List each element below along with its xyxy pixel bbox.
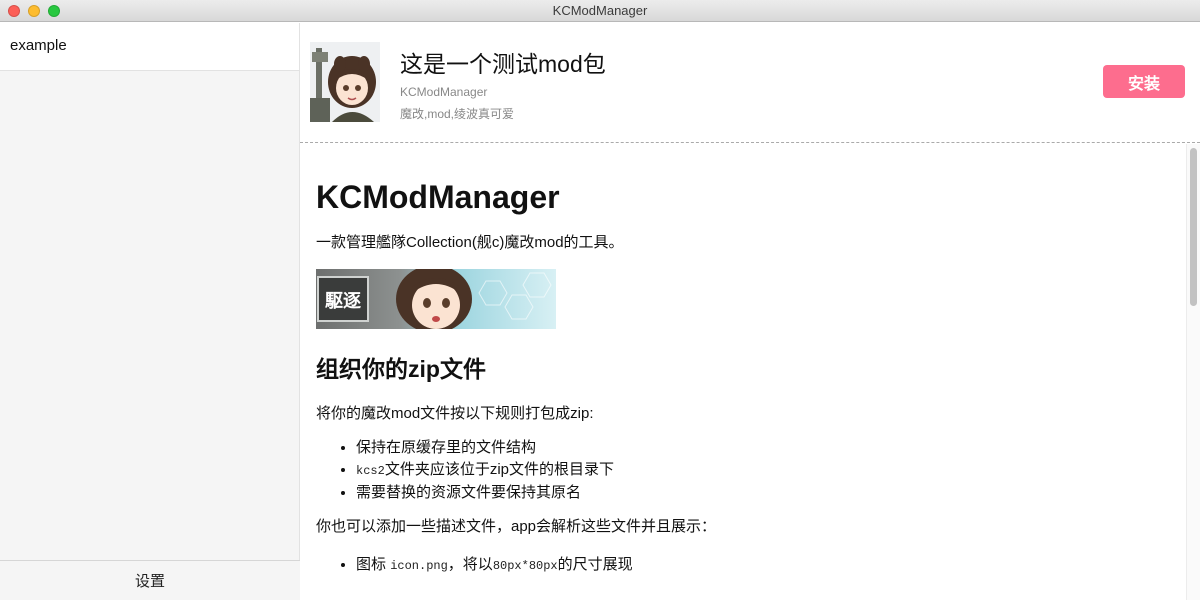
sidebar: example 设置 (0, 23, 300, 600)
window-controls (8, 5, 60, 17)
readme-subheading: 组织你的zip文件 (316, 356, 486, 382)
content-scrollbar[interactable] (1186, 144, 1200, 600)
install-button[interactable]: 安装 (1103, 65, 1185, 98)
desc-text: 图标 (356, 556, 387, 573)
scrollbar-thumb[interactable] (1190, 148, 1197, 306)
rule-text: 需要替换的资源文件要保持其原名 (356, 484, 582, 501)
readme-desc-text: 你也可以添加一些描述文件，app会解析这些文件并且展示： (316, 518, 717, 535)
list-item: 图标 icon.png，将以80px*80px的尺寸展现 (356, 554, 1186, 577)
desc-text: 的尺寸展现 (557, 556, 633, 573)
sidebar-item-example[interactable]: example (0, 23, 299, 71)
list-item: 需要替换的资源文件要保持其原名 (356, 482, 1186, 504)
minimize-window-button[interactable] (28, 5, 40, 17)
inline-code: icon.png (390, 559, 448, 573)
mod-title: 这是一个测试mod包 (400, 51, 606, 77)
readme-heading: KCModManager (316, 179, 560, 215)
mod-tags: 魔改,mod,绫波真可爱 (400, 107, 515, 121)
close-window-button[interactable] (8, 5, 20, 17)
mod-author: KCModManager (400, 85, 488, 99)
desc-text: ，将以 (447, 556, 493, 573)
window-title: KCModManager (552, 3, 648, 18)
rule-text: 文件夹应该位于zip文件的根目录下 (384, 461, 614, 478)
desc-list: 图标 icon.png，将以80px*80px的尺寸展现 (316, 554, 1186, 577)
settings-button[interactable]: 设置 (0, 560, 300, 600)
list-item: kcs2文件夹应该位于zip文件的根目录下 (356, 459, 1186, 482)
ship-type-badge: 駆逐 (325, 291, 361, 312)
rule-text: 保持在原缓存里的文件结构 (356, 439, 537, 456)
readme-intro: 一款管理艦隊Collection(舰c)魔改mod的工具。 (316, 234, 624, 251)
list-item: 保持在原缓存里的文件结构 (356, 437, 1186, 459)
maximize-window-button[interactable] (48, 5, 60, 17)
rules-list: 保持在原缓存里的文件结构 kcs2文件夹应该位于zip文件的根目录下 需要替换的… (316, 437, 1186, 504)
mod-header: 这是一个测试mod包 KCModManager 魔改,mod,绫波真可爱 安装 (300, 23, 1200, 143)
inline-code: kcs2 (356, 464, 385, 478)
readme-content: KCModManager 一款管理艦隊Collection(舰c)魔改mod的工… (300, 144, 1186, 600)
mod-icon (310, 42, 380, 122)
inline-code: 80px*80px (492, 559, 558, 573)
title-bar: KCModManager (0, 0, 1200, 22)
ship-banner-image: 駆逐 (316, 269, 556, 329)
readme-organize-text: 将你的魔改mod文件按以下规则打包成zip: (316, 405, 594, 422)
